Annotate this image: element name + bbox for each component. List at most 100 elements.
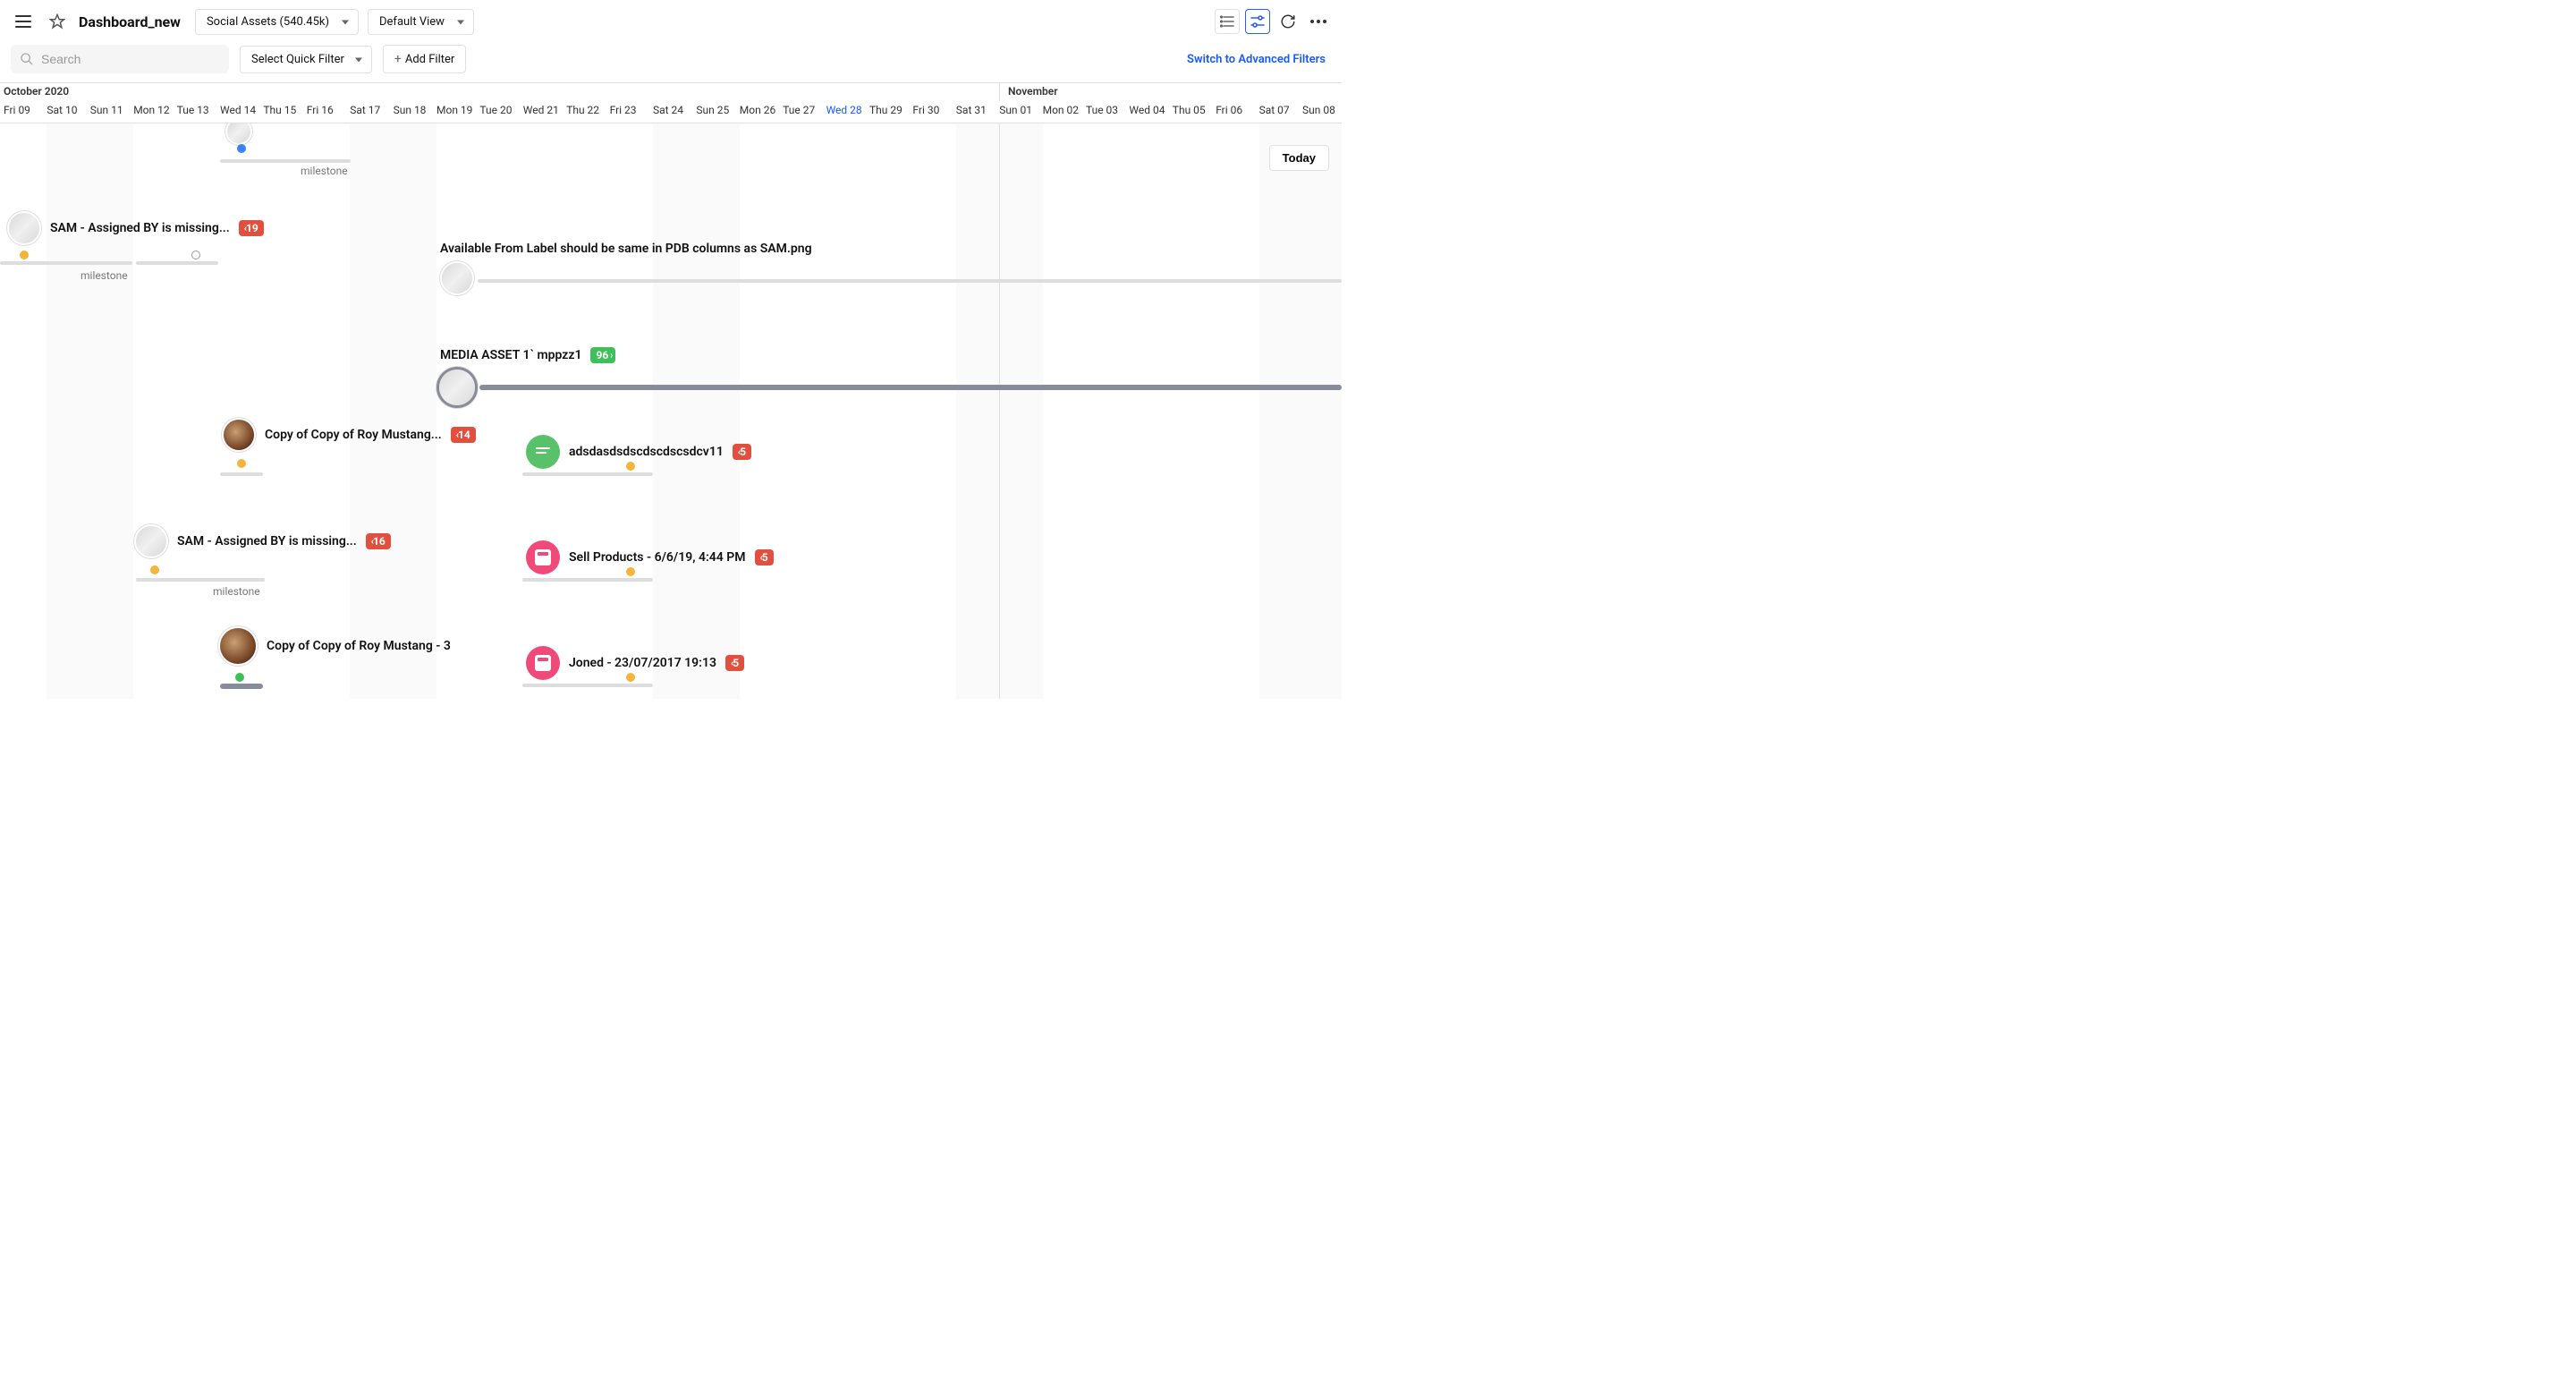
chevron-down-icon (342, 15, 349, 29)
timeline-item-sam1[interactable]: SAM - Assigned BY is missing... ‹‹19 (7, 211, 264, 245)
sliders-view-icon[interactable] (1245, 9, 1270, 34)
list-view-icon[interactable] (1215, 9, 1240, 34)
day-header[interactable]: Fri 06 (1216, 104, 1242, 116)
timeline-item-available[interactable]: Available From Label should be same in P… (440, 242, 812, 256)
timeline-item-copy1[interactable]: Copy of Copy of Roy Mustang... ‹‹14 (222, 418, 476, 452)
view-selector-label: Default View (379, 15, 445, 29)
day-header[interactable]: Wed 28 (826, 104, 862, 116)
status-dot (626, 567, 635, 576)
day-header[interactable]: Sat 17 (350, 104, 380, 116)
item-title: Copy of Copy of Roy Mustang... (265, 428, 442, 442)
timeline-item-copy2[interactable]: Copy of Copy of Roy Mustang - 3 (218, 626, 451, 666)
day-header[interactable]: Mon 19 (436, 104, 472, 116)
status-dot (626, 673, 635, 682)
timeline-item-available-avatar[interactable] (440, 261, 474, 297)
chevron-down-icon (355, 53, 362, 66)
month-label: October 2020 (4, 85, 69, 98)
avatar (7, 211, 41, 245)
today-button[interactable]: Today (1269, 145, 1329, 171)
avatar (440, 261, 474, 295)
status-dot (626, 462, 635, 471)
day-header[interactable]: Tue 27 (783, 104, 815, 116)
overdue-badge: ‹‹5 (755, 549, 774, 565)
star-icon[interactable] (45, 9, 70, 34)
asset-selector[interactable]: Social Assets (540.45k) (195, 9, 359, 35)
advanced-filters-link[interactable]: Switch to Advanced Filters (1187, 53, 1326, 66)
day-header[interactable]: Sun 01 (999, 104, 1032, 116)
overdue-badge: ‹‹5 (733, 444, 751, 460)
day-header[interactable]: Sun 08 (1302, 104, 1335, 116)
view-selector[interactable]: Default View (368, 9, 474, 35)
quick-filter-select[interactable]: Select Quick Filter (240, 46, 372, 73)
progress-bar (522, 578, 653, 582)
day-header[interactable]: Sat 24 (653, 104, 683, 116)
item-title: SAM - Assigned BY is missing... (50, 221, 230, 235)
month-label: November (1008, 85, 1058, 98)
plus-icon: + (394, 52, 402, 66)
day-header[interactable]: Wed 14 (220, 104, 256, 116)
filter-row: Select Quick Filter + Add Filter Switch … (0, 43, 1342, 82)
more-icon[interactable] (1306, 9, 1331, 34)
progress-bar (0, 261, 132, 265)
weekend-stripes (0, 123, 1342, 699)
day-header[interactable]: Mon 02 (1043, 104, 1079, 116)
day-header[interactable]: Tue 03 (1086, 104, 1118, 116)
timeline-item-media[interactable]: MEDIA ASSET 1` mppzz1 96›› (440, 347, 615, 363)
day-header[interactable]: Mon 26 (740, 104, 775, 116)
item-title: Available From Label should be same in P… (440, 242, 812, 256)
day-header[interactable]: Fri 30 (912, 104, 939, 116)
status-dot (237, 459, 246, 468)
timeline-item-media-avatar[interactable] (436, 367, 478, 409)
count-badge: 96›› (590, 347, 615, 363)
month-divider (999, 83, 1000, 101)
day-header[interactable]: Tue 13 (177, 104, 209, 116)
progress-bar (479, 385, 1342, 390)
view-tools (1215, 9, 1331, 34)
day-header[interactable]: Fri 09 (4, 104, 30, 116)
day-header[interactable]: Wed 04 (1129, 104, 1165, 116)
add-filter-label: Add Filter (405, 53, 454, 66)
search-input[interactable] (41, 52, 220, 66)
timeline-canvas[interactable]: Today milestone SAM - Assigned BY is mis… (0, 123, 1342, 699)
day-header[interactable]: Sat 31 (956, 104, 987, 116)
overdue-badge: ‹‹5 (725, 655, 744, 671)
item-title: SAM - Assigned BY is missing... (177, 534, 357, 548)
chevron-down-icon (457, 15, 464, 29)
timeline-item-sam2[interactable]: SAM - Assigned BY is missing... ‹‹16 (134, 524, 391, 558)
day-header[interactable]: Wed 21 (523, 104, 559, 116)
item-title: MEDIA ASSET 1` mppzz1 (440, 348, 581, 362)
asset-selector-label: Social Assets (540.45k) (207, 15, 329, 29)
day-header[interactable]: Sun 11 (90, 104, 123, 116)
day-header[interactable]: Mon 12 (133, 104, 169, 116)
day-header[interactable]: Thu 22 (566, 104, 599, 116)
overdue-badge: ‹‹19 (239, 220, 264, 236)
progress-bar (522, 684, 653, 687)
timeline-item-ads[interactable]: adsdasdsdscdscdscsdcv11 ‹‹5 (526, 435, 751, 469)
hamburger-menu-icon[interactable] (11, 9, 36, 34)
timeline-item-joned[interactable]: Joned - 23/07/2017 19:13 ‹‹5 (526, 646, 744, 680)
day-header[interactable]: Fri 23 (610, 104, 637, 116)
day-header[interactable]: Thu 29 (869, 104, 902, 116)
day-header[interactable]: Sun 25 (696, 104, 729, 116)
timeline-item-partial[interactable] (225, 123, 252, 147)
search-box[interactable] (11, 45, 229, 73)
day-header[interactable]: Sun 18 (394, 104, 427, 116)
timeline-item-sell[interactable]: Sell Products - 6/6/19, 4:44 PM ‹‹5 (526, 540, 774, 574)
milestone-dot (191, 251, 200, 259)
day-header[interactable]: Thu 05 (1173, 104, 1206, 116)
refresh-icon[interactable] (1275, 9, 1301, 34)
progress-bar (220, 159, 351, 163)
status-dot (150, 565, 159, 574)
day-header[interactable]: Thu 15 (263, 104, 296, 116)
day-header[interactable]: Tue 20 (479, 104, 512, 116)
day-header[interactable]: Sat 07 (1259, 104, 1290, 116)
add-filter-button[interactable]: + Add Filter (383, 45, 466, 73)
day-row: Fri 09 Sat 10 Sun 11 Mon 12 Tue 13 Wed 14 Thu … (0, 101, 1342, 123)
status-dot (235, 673, 244, 682)
progress-bar (136, 261, 218, 265)
milestone-label: milestone (301, 165, 348, 177)
day-header[interactable]: Fri 16 (307, 104, 334, 116)
milestone-label: milestone (80, 269, 128, 282)
overdue-badge: ‹‹16 (366, 533, 391, 549)
day-header[interactable]: Sat 10 (47, 104, 77, 116)
